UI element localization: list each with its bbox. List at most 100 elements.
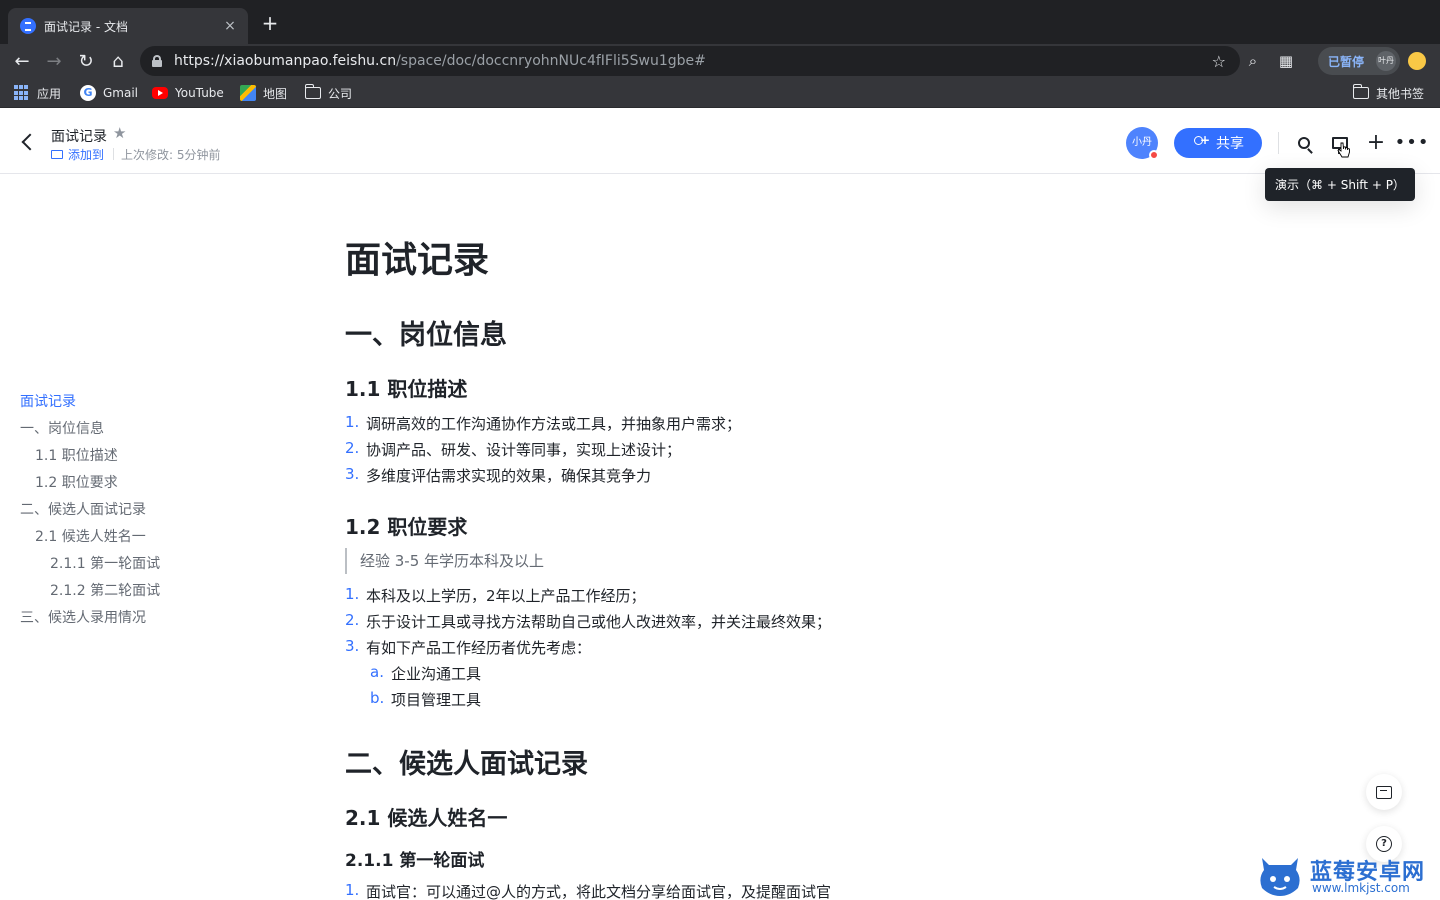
extension-avatar-icon[interactable] [1408,52,1426,70]
feishu-docs-favicon-icon [20,18,36,34]
outline-item-round-one[interactable]: 2.1.1 第一轮面试 [20,554,260,581]
tab-title: 面试记录 - 文档 [44,19,128,34]
share-button[interactable]: 共享 [1174,128,1262,158]
page-title: 面试记录 [345,240,490,281]
maps-icon [240,85,256,101]
doc-title[interactable]: 面试记录 [51,126,107,146]
watermark-url: www.lmkjst.com [1312,881,1410,895]
list-text: 面试官：可以通过@人的方式，将此文档分享给面试官，及提醒面试官 [366,883,832,900]
more-button[interactable]: ••• [1395,131,1429,155]
divider [1278,132,1279,154]
bookmark-star-icon[interactable]: ☆ [1212,52,1226,71]
browser-toolbar: ← → ↻ ⌂ https://xiaobumanpao.feishu.cn/s… [0,44,1440,78]
browser-tab[interactable]: 面试记录 - 文档 × [8,8,248,44]
list-number: 2. [345,611,360,629]
plus-icon: + [1366,130,1386,155]
last-modified: 上次修改: 5分钟前 [121,148,221,162]
list-text: 调研高效的工作沟通协作方法或工具，并抽象用户需求； [366,415,742,433]
status-dot [1149,150,1159,160]
back-button[interactable] [16,130,40,154]
list-text: 乐于设计工具或寻找方法帮助自己或他人改进效率，并关注最终效果； [366,613,832,631]
reading-list-icon[interactable]: ▦ [1275,50,1297,72]
search-button[interactable] [1292,131,1316,155]
list-item: 1. 本科及以上学历，2年以上产品工作经历； [345,585,646,606]
heading-candidate-one: 2.1 候选人姓名一 [345,806,508,830]
folder-icon [1352,84,1369,99]
sub-list-item: a. 企业沟通工具 [370,663,481,684]
profile-avatar: 叶丹 [1376,51,1396,71]
comments-button[interactable] [1366,774,1402,810]
lock-icon [152,55,162,67]
reload-icon[interactable]: ↻ [72,47,100,75]
folder-icon [51,150,63,159]
apps-grid-icon [14,85,30,101]
hand-cursor-icon [1337,142,1350,158]
add-user-icon [1192,133,1210,150]
outline-item-round-two[interactable]: 2.1.2 第二轮面试 [20,581,260,608]
list-number: 3. [345,465,360,483]
list-item: 2. 协调产品、研发、设计等同事，实现上述设计； [345,439,681,460]
outline-item-interview-records[interactable]: 二、候选人面试记录 [20,500,260,527]
outline-item-title[interactable]: 面试记录 [20,392,260,419]
google-icon: G [80,85,96,101]
list-text: 项目管理工具 [391,691,482,709]
favorite-star-icon[interactable]: ★ [113,124,126,142]
other-bookmarks-label: 其他书签 [1376,86,1425,101]
paused-label: 已暂停 [1328,54,1365,69]
outline-item-job-requirements[interactable]: 1.2 职位要求 [20,473,260,500]
bookmark-maps[interactable]: 地图 [240,84,287,102]
add-to-label: 添加到 [68,148,105,162]
more-horizontal-icon: ••• [1394,132,1430,153]
url-host: https://xiaobumanpao.feishu.cn [174,53,397,69]
bookmark-company-folder[interactable]: 公司 [304,84,353,102]
bookmark-label: YouTube [175,86,224,100]
add-to-folder-button[interactable]: 添加到 [51,146,104,163]
bookmark-youtube[interactable]: YouTube [152,84,224,102]
list-text: 多维度评估需求实现的效果，确保其竞争力 [366,467,652,485]
list-text: 本科及以上学历，2年以上产品工作经历； [366,587,646,605]
bookmark-label: Gmail [103,86,139,100]
list-text: 有如下产品工作经历者优先考虑： [366,639,592,657]
new-tab-button[interactable]: + [258,12,282,36]
list-number: 1. [345,585,360,603]
bookmark-apps[interactable]: 应用 [14,84,61,102]
doc-header: 面试记录 ★ 添加到 上次修改: 5分钟前 小丹 共享 + ••• [0,110,1440,174]
list-item: 1. 调研高效的工作沟通协作方法或工具，并抽象用户需求； [345,413,741,434]
outline-item-hiring-status[interactable]: 三、候选人录用情况 [20,608,260,635]
address-bar[interactable]: https://xiaobumanpao.feishu.cn/space/doc… [140,46,1240,76]
heading-job-info: 一、岗位信息 [345,320,507,351]
list-number: 1. [345,881,360,899]
bookmark-label: 公司 [328,86,353,101]
list-number: 3. [345,637,360,655]
list-text: 协调产品、研发、设计等同事，实现上述设计； [366,441,682,459]
bookmark-gmail[interactable]: G Gmail [80,84,138,102]
heading-job-requirements: 1.2 职位要求 [345,515,468,539]
profile-paused-button[interactable]: 已暂停 叶丹 [1318,47,1400,75]
other-bookmarks[interactable]: 其他书签 [1352,84,1425,102]
outline-item-job-info[interactable]: 一、岗位信息 [20,419,260,446]
list-item: 3. 有如下产品工作经历者优先考虑： [345,637,591,658]
browser-tab-strip: 面试记录 - 文档 × + [0,0,1440,44]
quote-block: 经验 3-5 年学历本科及以上 [345,548,544,574]
list-letter: a. [370,663,384,681]
list-number: 1. [345,413,360,431]
forward-arrow-icon[interactable]: → [40,47,68,75]
url-path: /space/doc/doccnryohnNUc4fIFli5Swu1gbe# [396,53,706,69]
home-icon[interactable]: ⌂ [104,47,132,75]
list-item: 2. 乐于设计工具或寻找方法帮助自己或他人改进效率，并关注最终效果； [345,611,831,632]
insert-button[interactable]: + [1364,131,1388,155]
bookmarks-bar: 应用 G Gmail YouTube 地图 公司 其他书签 [0,78,1440,108]
zoom-search-extension-icon[interactable]: ⌕ [1242,50,1264,72]
outline-item-candidate-one[interactable]: 2.1 候选人姓名一 [20,527,260,554]
outline-item-job-description[interactable]: 1.1 职位描述 [20,446,260,473]
close-tab-icon[interactable]: × [222,18,238,34]
avatar-initials: 小丹 [1132,137,1152,148]
sub-list-item: b. 项目管理工具 [370,689,481,710]
collaborator-avatar[interactable]: 小丹 [1126,127,1159,160]
doc-outline: 面试记录 一、岗位信息 1.1 职位描述 1.2 职位要求 二、候选人面试记录 … [20,392,260,635]
list-letter: b. [370,689,385,707]
list-item: 1. 面试官：可以通过@人的方式，将此文档分享给面试官，及提醒面试官 [345,881,831,900]
back-arrow-icon[interactable]: ← [8,47,36,75]
youtube-icon [152,87,168,99]
site-watermark: 蓝莓安卓网 www.lmkjst.com [1254,848,1440,900]
